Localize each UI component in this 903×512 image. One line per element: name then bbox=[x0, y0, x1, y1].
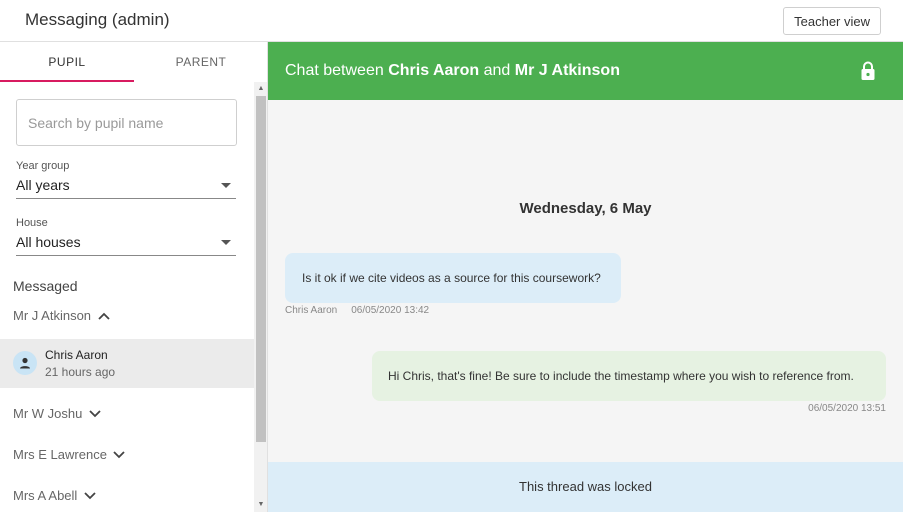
person-icon bbox=[13, 351, 37, 375]
scroll-down-arrow-icon[interactable]: ▼ bbox=[254, 498, 267, 512]
teacher-group-atkinson[interactable]: Mr J Atkinson bbox=[13, 308, 110, 323]
sidebar-scrollbar[interactable]: ▲ ▼ bbox=[254, 82, 267, 512]
chat-title-prefix: Chat between bbox=[285, 62, 389, 79]
chevron-down-icon bbox=[83, 489, 96, 502]
teacher-view-button[interactable]: Teacher view bbox=[783, 7, 881, 35]
top-bar: Messaging (admin) Teacher view bbox=[0, 0, 903, 42]
lock-icon[interactable] bbox=[860, 61, 876, 81]
outgoing-message-bubble: Hi Chris, that's fine! Be sure to includ… bbox=[372, 351, 886, 401]
incoming-message-meta: Chris Aaron 06/05/2020 13:42 bbox=[285, 305, 429, 316]
year-group-select[interactable]: All years bbox=[16, 175, 236, 199]
sidebar-scroll-area: Year group All years House All houses Me… bbox=[0, 82, 254, 512]
chat-message-area: Wednesday, 6 May Is it ok if we cite vid… bbox=[268, 100, 903, 462]
message-timestamp: 06/05/2020 13:42 bbox=[351, 305, 430, 316]
house-label: House bbox=[16, 217, 48, 229]
outgoing-message-timestamp: 06/05/2020 13:51 bbox=[808, 403, 886, 414]
message-author: Chris Aaron bbox=[285, 305, 338, 316]
teacher-group-name: Mr W Joshu bbox=[13, 406, 83, 421]
thread-time: 21 hours ago bbox=[45, 365, 116, 379]
chat-participant-b: Mr J Atkinson bbox=[514, 62, 620, 79]
date-divider: Wednesday, 6 May bbox=[519, 200, 652, 217]
dropdown-caret-icon bbox=[221, 183, 231, 188]
sidebar: PUPIL PARENT Year group All years House … bbox=[0, 42, 268, 512]
teacher-group-abell[interactable]: Mrs A Abell bbox=[13, 488, 96, 503]
chat-header: Chat between Chris Aaron and Mr J Atkins… bbox=[268, 42, 903, 100]
chevron-up-icon bbox=[97, 309, 110, 322]
thread-locked-banner: This thread was locked bbox=[268, 462, 903, 512]
year-group-label: Year group bbox=[16, 160, 70, 172]
teacher-group-name: Mrs A Abell bbox=[13, 488, 78, 503]
tab-parent[interactable]: PARENT bbox=[134, 42, 267, 82]
chat-title-joiner: and bbox=[479, 62, 515, 79]
house-value: All houses bbox=[16, 234, 81, 250]
teacher-group-lawrence[interactable]: Mrs E Lawrence bbox=[13, 447, 126, 462]
year-group-filter: Year group All years bbox=[16, 160, 236, 199]
teacher-group-name: Mrs E Lawrence bbox=[13, 447, 107, 462]
messaged-header: Messaged bbox=[13, 278, 78, 294]
teacher-group-joshu[interactable]: Mr W Joshu bbox=[13, 406, 101, 421]
tab-pupil[interactable]: PUPIL bbox=[0, 42, 134, 82]
chevron-down-icon bbox=[88, 407, 101, 420]
house-filter: House All houses bbox=[16, 217, 236, 256]
scrollbar-thumb[interactable] bbox=[256, 96, 266, 442]
scroll-up-arrow-icon[interactable]: ▲ bbox=[254, 82, 267, 96]
chat-participant-a: Chris Aaron bbox=[388, 62, 480, 79]
app-title: Messaging (admin) bbox=[25, 10, 170, 29]
audience-tabs: PUPIL PARENT bbox=[0, 42, 267, 82]
year-group-value: All years bbox=[16, 177, 70, 193]
dropdown-caret-icon bbox=[221, 240, 231, 245]
thread-name: Chris Aaron bbox=[45, 348, 108, 362]
incoming-message-bubble: Is it ok if we cite videos as a source f… bbox=[285, 253, 621, 303]
house-select[interactable]: All houses bbox=[16, 232, 236, 256]
teacher-group-name: Mr J Atkinson bbox=[13, 308, 92, 323]
pupil-search-input[interactable] bbox=[16, 99, 237, 146]
thread-item-chris-aaron[interactable]: Chris Aaron 21 hours ago bbox=[0, 339, 254, 388]
chat-title: Chat between Chris Aaron and Mr J Atkins… bbox=[285, 62, 620, 80]
chevron-down-icon bbox=[113, 448, 126, 461]
